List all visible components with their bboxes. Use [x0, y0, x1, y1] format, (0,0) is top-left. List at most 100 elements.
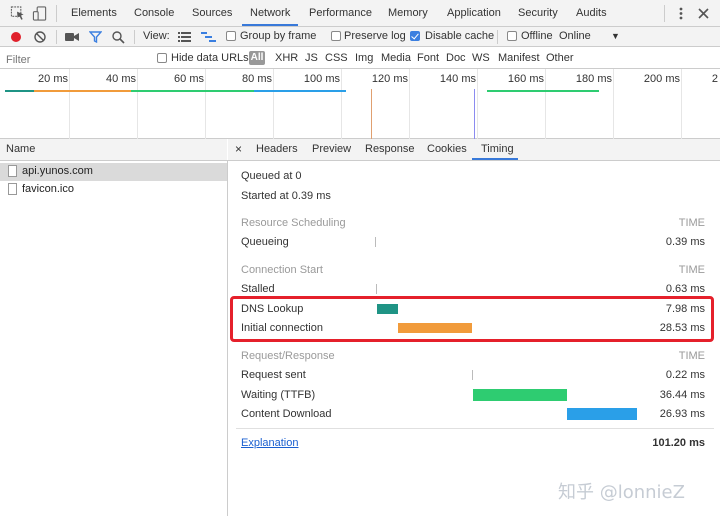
content-download-label: Content Download: [241, 408, 332, 420]
filter-type-css[interactable]: CSS: [325, 52, 348, 64]
tick-label: 40 ms: [106, 73, 136, 85]
hide-data-urls-label: Hide data URLs: [171, 52, 249, 64]
filter-type-manifest[interactable]: Manifest: [498, 52, 540, 64]
watermark: 知乎 @lonnieZ: [558, 482, 685, 503]
filter-type-img[interactable]: Img: [355, 52, 373, 64]
stalled-value: 0.63 ms: [665, 283, 705, 295]
record-icon[interactable]: [10, 31, 22, 43]
filter-type-js[interactable]: JS: [305, 52, 318, 64]
filter-input[interactable]: [4, 51, 148, 68]
chevron-down-icon[interactable]: ▼: [611, 31, 620, 41]
tick-label: 140 ms: [439, 73, 476, 85]
separator: [497, 30, 498, 44]
tab-application[interactable]: Application: [447, 7, 501, 19]
capture-screenshots-icon[interactable]: [65, 32, 79, 42]
explanation-link[interactable]: Explanation: [241, 437, 299, 449]
request-row[interactable]: api.yunos.com: [0, 163, 227, 181]
filter-type-media[interactable]: Media: [381, 52, 411, 64]
active-detail-tab-indicator: [472, 158, 518, 160]
annotation-highlight-box: [230, 296, 714, 342]
tab-audits[interactable]: Audits: [576, 7, 607, 19]
overview-favicon-bar: [487, 90, 599, 92]
search-icon[interactable]: [112, 31, 125, 44]
grid-line: [477, 69, 478, 139]
tab-sources[interactable]: Sources: [192, 7, 232, 19]
filter-type-all[interactable]: All: [249, 51, 265, 65]
grid-line: [137, 69, 138, 139]
preserve-log-checkbox[interactable]: [331, 31, 341, 41]
hide-data-urls-checkbox[interactable]: [157, 53, 167, 63]
tab-preview[interactable]: Preview: [312, 143, 351, 155]
requests-header[interactable]: Name: [0, 139, 227, 161]
tab-performance[interactable]: Performance: [309, 7, 372, 19]
group-by-frame-checkbox[interactable]: [226, 31, 236, 41]
tab-timing[interactable]: Timing: [481, 143, 514, 155]
tick-label: 180 ms: [575, 73, 612, 85]
grid-line: [273, 69, 274, 139]
group-by-frame-label: Group by frame: [240, 30, 317, 42]
view-label: View:: [143, 30, 170, 42]
separator: [56, 30, 57, 44]
tab-response[interactable]: Response: [365, 143, 415, 155]
name-column-header[interactable]: Name: [6, 143, 35, 155]
queueing-label: Queueing: [241, 236, 289, 248]
load-event-marker: [474, 89, 475, 139]
tick-label: 160 ms: [507, 73, 544, 85]
tab-headers[interactable]: Headers: [256, 143, 298, 155]
more-options-icon[interactable]: [676, 6, 686, 21]
grid-line: [545, 69, 546, 139]
tick-label: 80 ms: [242, 73, 272, 85]
time-header: TIME: [678, 217, 705, 229]
devtools-tab-bar: Elements Console Sources Network Perform…: [0, 0, 720, 27]
throttling-select[interactable]: Online: [559, 30, 591, 42]
filter-type-xhr[interactable]: XHR: [275, 52, 298, 64]
waiting-ttfb-value: 36.44 ms: [659, 389, 705, 401]
filter-type-font[interactable]: Font: [417, 52, 439, 64]
tab-cookies[interactable]: Cookies: [427, 143, 467, 155]
offline-checkbox[interactable]: [507, 31, 517, 41]
stalled-label: Stalled: [241, 283, 275, 295]
request-sent-label: Request sent: [241, 369, 306, 381]
tab-network[interactable]: Network: [250, 7, 290, 19]
waiting-ttfb-label: Waiting (TTFB): [241, 389, 316, 401]
inspect-element-icon[interactable]: [10, 6, 26, 21]
overview-connection-bar: [34, 90, 131, 92]
filter-icon[interactable]: [89, 31, 102, 43]
tab-console[interactable]: Console: [134, 7, 174, 19]
total-time: 101.20 ms: [652, 437, 705, 449]
device-toolbar-icon[interactable]: [32, 6, 48, 21]
filter-type-other[interactable]: Other: [546, 52, 574, 64]
tab-elements[interactable]: Elements: [71, 7, 117, 19]
close-detail-icon[interactable]: ×: [235, 142, 242, 156]
time-header: TIME: [678, 264, 705, 276]
tab-memory[interactable]: Memory: [388, 7, 428, 19]
network-toolbar: View: Group by frame Preserve log Disabl…: [0, 27, 720, 47]
stalled-bar: [376, 284, 377, 294]
tick-label: 20 ms: [38, 73, 68, 85]
waterfall-view-icon[interactable]: [201, 31, 216, 43]
waiting-ttfb-bar: [473, 389, 567, 401]
filter-type-ws[interactable]: WS: [472, 52, 490, 64]
tab-security[interactable]: Security: [518, 7, 558, 19]
preserve-log-label: Preserve log: [344, 30, 406, 42]
tick-label: 100 ms: [303, 73, 340, 85]
active-tab-indicator: [242, 24, 298, 26]
clear-icon[interactable]: [34, 31, 46, 43]
content-download-value: 26.93 ms: [659, 408, 705, 420]
disable-cache-checkbox[interactable]: [410, 31, 420, 41]
tick-label: 60 ms: [174, 73, 204, 85]
request-row[interactable]: favicon.ico: [0, 181, 227, 199]
tick-label: 200 ms: [643, 73, 680, 85]
content-download-bar: [567, 408, 637, 420]
queueing-bar: [375, 237, 376, 247]
large-rows-icon[interactable]: [178, 32, 191, 42]
close-icon[interactable]: [698, 8, 709, 19]
file-icon: [8, 165, 17, 177]
filter-type-doc[interactable]: Doc: [446, 52, 466, 64]
queued-at: Queued at 0: [241, 170, 302, 182]
offline-label: Offline: [521, 30, 553, 42]
grid-line: [69, 69, 70, 139]
started-at: Started at 0.39 ms: [241, 190, 331, 202]
dom-content-loaded-marker: [371, 89, 372, 139]
timeline-overview[interactable]: 20 ms 40 ms 60 ms 80 ms 100 ms 120 ms 14…: [0, 69, 720, 139]
